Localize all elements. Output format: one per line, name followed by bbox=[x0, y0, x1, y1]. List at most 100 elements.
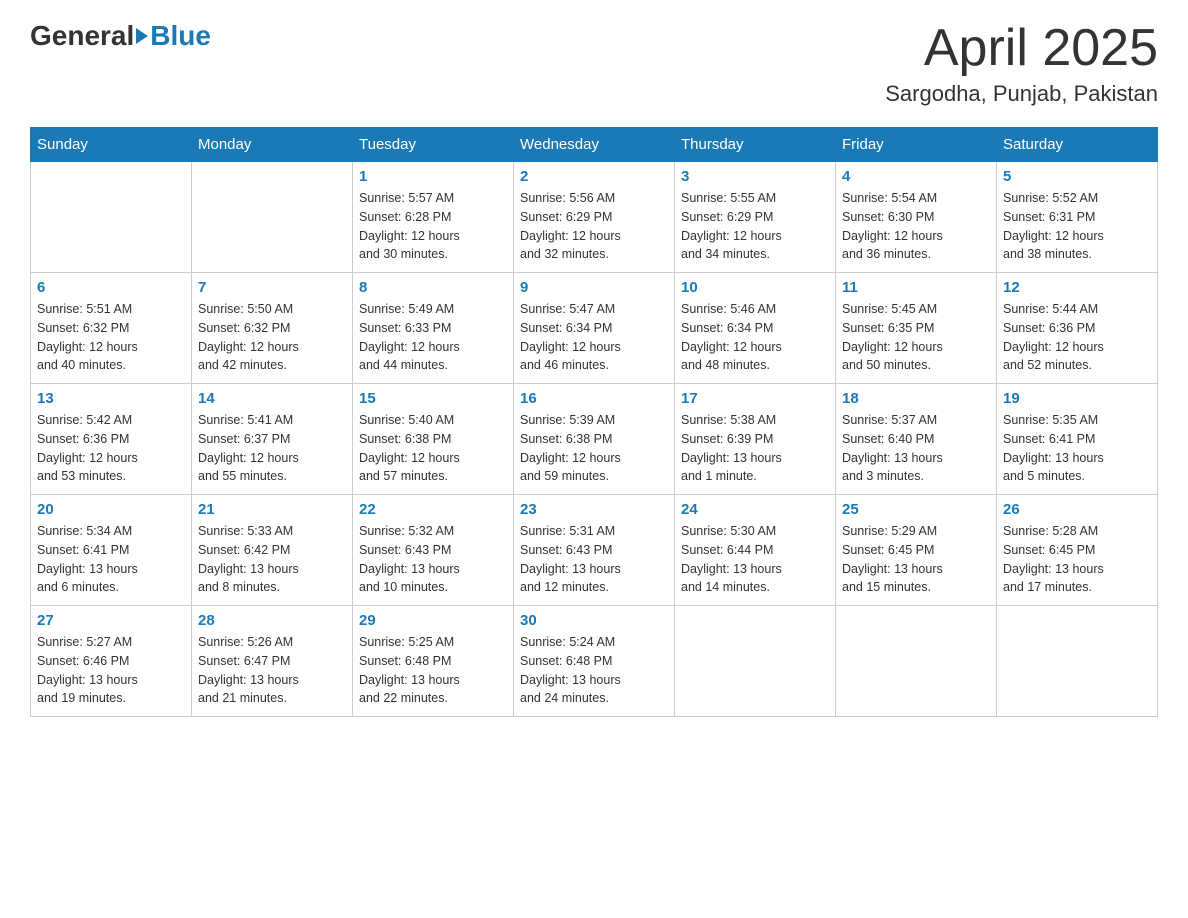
day-number: 18 bbox=[842, 390, 990, 407]
day-number: 2 bbox=[520, 168, 668, 185]
logo-blue-text: Blue bbox=[150, 20, 211, 52]
calendar-cell: 19 Sunrise: 5:35 AMSunset: 6:41 PMDayligh… bbox=[997, 384, 1158, 495]
calendar-cell: 14Sunrise: 5:41 AMSunset: 6:37 PMDayligh… bbox=[192, 384, 353, 495]
day-number: 3 bbox=[681, 168, 829, 185]
weekday-header-thursday: Thursday bbox=[675, 128, 836, 162]
day-number: 7 bbox=[198, 279, 346, 296]
day-number: 19 bbox=[1003, 390, 1151, 407]
day-info: Sunrise: 5:57 AMSunset: 6:28 PMDaylight:… bbox=[359, 189, 507, 264]
day-info: Sunrise: 5:26 AMSunset: 6:47 PMDaylight:… bbox=[198, 633, 346, 708]
day-info: Sunrise: 5:25 AMSunset: 6:48 PMDaylight:… bbox=[359, 633, 507, 708]
calendar-cell: 18Sunrise: 5:37 AMSunset: 6:40 PMDayligh… bbox=[836, 384, 997, 495]
day-info: Sunrise: 5:30 AMSunset: 6:44 PMDaylight:… bbox=[681, 522, 829, 597]
day-info: Sunrise: 5:41 AMSunset: 6:37 PMDaylight:… bbox=[198, 411, 346, 486]
day-number: 15 bbox=[359, 390, 507, 407]
calendar-cell bbox=[675, 606, 836, 717]
day-info: Sunrise: 5:31 AMSunset: 6:43 PMDaylight:… bbox=[520, 522, 668, 597]
calendar-week-row: 20 Sunrise: 5:34 AMSunset: 6:41 PMDayligh… bbox=[31, 495, 1158, 606]
calendar-cell: 16Sunrise: 5:39 AMSunset: 6:38 PMDayligh… bbox=[514, 384, 675, 495]
calendar-cell: 30 Sunrise: 5:24 AMSunset: 6:48 PMDayligh… bbox=[514, 606, 675, 717]
calendar-cell bbox=[997, 606, 1158, 717]
calendar-cell: 13Sunrise: 5:42 AMSunset: 6:36 PMDayligh… bbox=[31, 384, 192, 495]
day-number: 5 bbox=[1003, 168, 1151, 185]
logo: General Blue bbox=[30, 20, 211, 52]
calendar-cell bbox=[836, 606, 997, 717]
calendar-week-row: 1 Sunrise: 5:57 AMSunset: 6:28 PMDaylight… bbox=[31, 162, 1158, 273]
day-number: 29 bbox=[359, 612, 507, 629]
day-info: Sunrise: 5:50 AMSunset: 6:32 PMDaylight:… bbox=[198, 300, 346, 375]
day-info: Sunrise: 5:28 AMSunset: 6:45 PMDaylight:… bbox=[1003, 522, 1151, 597]
calendar-cell: 6Sunrise: 5:51 AMSunset: 6:32 PMDaylight… bbox=[31, 273, 192, 384]
calendar-cell: 10 Sunrise: 5:46 AMSunset: 6:34 PMDayligh… bbox=[675, 273, 836, 384]
logo-general-text: General bbox=[30, 20, 134, 52]
calendar-cell: 21 Sunrise: 5:33 AMSunset: 6:42 PMDayligh… bbox=[192, 495, 353, 606]
day-info: Sunrise: 5:49 AMSunset: 6:33 PMDaylight:… bbox=[359, 300, 507, 375]
day-info: Sunrise: 5:32 AMSunset: 6:43 PMDaylight:… bbox=[359, 522, 507, 597]
calendar-cell: 12Sunrise: 5:44 AMSunset: 6:36 PMDayligh… bbox=[997, 273, 1158, 384]
calendar-cell: 8Sunrise: 5:49 AMSunset: 6:33 PMDaylight… bbox=[353, 273, 514, 384]
weekday-header-wednesday: Wednesday bbox=[514, 128, 675, 162]
calendar-week-row: 13Sunrise: 5:42 AMSunset: 6:36 PMDayligh… bbox=[31, 384, 1158, 495]
day-info: Sunrise: 5:45 AMSunset: 6:35 PMDaylight:… bbox=[842, 300, 990, 375]
calendar-cell: 3 Sunrise: 5:55 AMSunset: 6:29 PMDaylight… bbox=[675, 162, 836, 273]
day-info: Sunrise: 5:24 AMSunset: 6:48 PMDaylight:… bbox=[520, 633, 668, 708]
calendar-cell: 2 Sunrise: 5:56 AMSunset: 6:29 PMDaylight… bbox=[514, 162, 675, 273]
calendar-cell: 4Sunrise: 5:54 AMSunset: 6:30 PMDaylight… bbox=[836, 162, 997, 273]
day-number: 27 bbox=[37, 612, 185, 629]
day-number: 26 bbox=[1003, 501, 1151, 518]
day-info: Sunrise: 5:51 AMSunset: 6:32 PMDaylight:… bbox=[37, 300, 185, 375]
day-number: 1 bbox=[359, 168, 507, 185]
day-number: 22 bbox=[359, 501, 507, 518]
calendar-cell: 5 Sunrise: 5:52 AMSunset: 6:31 PMDaylight… bbox=[997, 162, 1158, 273]
title-block: April 2025 Sargodha, Punjab, Pakistan bbox=[885, 20, 1158, 107]
calendar-cell: 7 Sunrise: 5:50 AMSunset: 6:32 PMDaylight… bbox=[192, 273, 353, 384]
calendar-cell: 29 Sunrise: 5:25 AMSunset: 6:48 PMDayligh… bbox=[353, 606, 514, 717]
weekday-header-tuesday: Tuesday bbox=[353, 128, 514, 162]
day-info: Sunrise: 5:54 AMSunset: 6:30 PMDaylight:… bbox=[842, 189, 990, 264]
day-number: 23 bbox=[520, 501, 668, 518]
day-number: 17 bbox=[681, 390, 829, 407]
day-info: Sunrise: 5:27 AMSunset: 6:46 PMDaylight:… bbox=[37, 633, 185, 708]
calendar-table: SundayMondayTuesdayWednesdayThursdayFrid… bbox=[30, 127, 1158, 717]
calendar-cell: 11Sunrise: 5:45 AMSunset: 6:35 PMDayligh… bbox=[836, 273, 997, 384]
day-info: Sunrise: 5:29 AMSunset: 6:45 PMDaylight:… bbox=[842, 522, 990, 597]
calendar-cell: 23 Sunrise: 5:31 AMSunset: 6:43 PMDayligh… bbox=[514, 495, 675, 606]
calendar-cell bbox=[31, 162, 192, 273]
day-number: 9 bbox=[520, 279, 668, 296]
calendar-cell: 24 Sunrise: 5:30 AMSunset: 6:44 PMDayligh… bbox=[675, 495, 836, 606]
day-info: Sunrise: 5:46 AMSunset: 6:34 PMDaylight:… bbox=[681, 300, 829, 375]
logo-arrow-icon bbox=[136, 28, 148, 44]
day-info: Sunrise: 5:33 AMSunset: 6:42 PMDaylight:… bbox=[198, 522, 346, 597]
calendar-cell: 28Sunrise: 5:26 AMSunset: 6:47 PMDayligh… bbox=[192, 606, 353, 717]
calendar-cell: 27 Sunrise: 5:27 AMSunset: 6:46 PMDayligh… bbox=[31, 606, 192, 717]
day-number: 10 bbox=[681, 279, 829, 296]
calendar-cell: 25Sunrise: 5:29 AMSunset: 6:45 PMDayligh… bbox=[836, 495, 997, 606]
day-info: Sunrise: 5:52 AMSunset: 6:31 PMDaylight:… bbox=[1003, 189, 1151, 264]
weekday-header-friday: Friday bbox=[836, 128, 997, 162]
day-number: 20 bbox=[37, 501, 185, 518]
day-info: Sunrise: 5:56 AMSunset: 6:29 PMDaylight:… bbox=[520, 189, 668, 264]
calendar-cell: 20 Sunrise: 5:34 AMSunset: 6:41 PMDayligh… bbox=[31, 495, 192, 606]
calendar-week-row: 27 Sunrise: 5:27 AMSunset: 6:46 PMDayligh… bbox=[31, 606, 1158, 717]
calendar-cell: 1 Sunrise: 5:57 AMSunset: 6:28 PMDaylight… bbox=[353, 162, 514, 273]
day-info: Sunrise: 5:40 AMSunset: 6:38 PMDaylight:… bbox=[359, 411, 507, 486]
calendar-cell: 17 Sunrise: 5:38 AMSunset: 6:39 PMDayligh… bbox=[675, 384, 836, 495]
day-info: Sunrise: 5:47 AMSunset: 6:34 PMDaylight:… bbox=[520, 300, 668, 375]
month-title: April 2025 bbox=[885, 20, 1158, 77]
day-info: Sunrise: 5:38 AMSunset: 6:39 PMDaylight:… bbox=[681, 411, 829, 486]
day-number: 30 bbox=[520, 612, 668, 629]
weekday-header-sunday: Sunday bbox=[31, 128, 192, 162]
day-info: Sunrise: 5:55 AMSunset: 6:29 PMDaylight:… bbox=[681, 189, 829, 264]
day-info: Sunrise: 5:34 AMSunset: 6:41 PMDaylight:… bbox=[37, 522, 185, 597]
day-number: 21 bbox=[198, 501, 346, 518]
calendar-cell: 15 Sunrise: 5:40 AMSunset: 6:38 PMDayligh… bbox=[353, 384, 514, 495]
weekday-header-row: SundayMondayTuesdayWednesdayThursdayFrid… bbox=[31, 128, 1158, 162]
day-info: Sunrise: 5:35 AMSunset: 6:41 PMDaylight:… bbox=[1003, 411, 1151, 486]
location-title: Sargodha, Punjab, Pakistan bbox=[885, 81, 1158, 107]
day-number: 24 bbox=[681, 501, 829, 518]
calendar-cell: 26 Sunrise: 5:28 AMSunset: 6:45 PMDayligh… bbox=[997, 495, 1158, 606]
page-header: General Blue April 2025 Sargodha, Punjab… bbox=[30, 20, 1158, 107]
weekday-header-saturday: Saturday bbox=[997, 128, 1158, 162]
weekday-header-monday: Monday bbox=[192, 128, 353, 162]
calendar-week-row: 6Sunrise: 5:51 AMSunset: 6:32 PMDaylight… bbox=[31, 273, 1158, 384]
